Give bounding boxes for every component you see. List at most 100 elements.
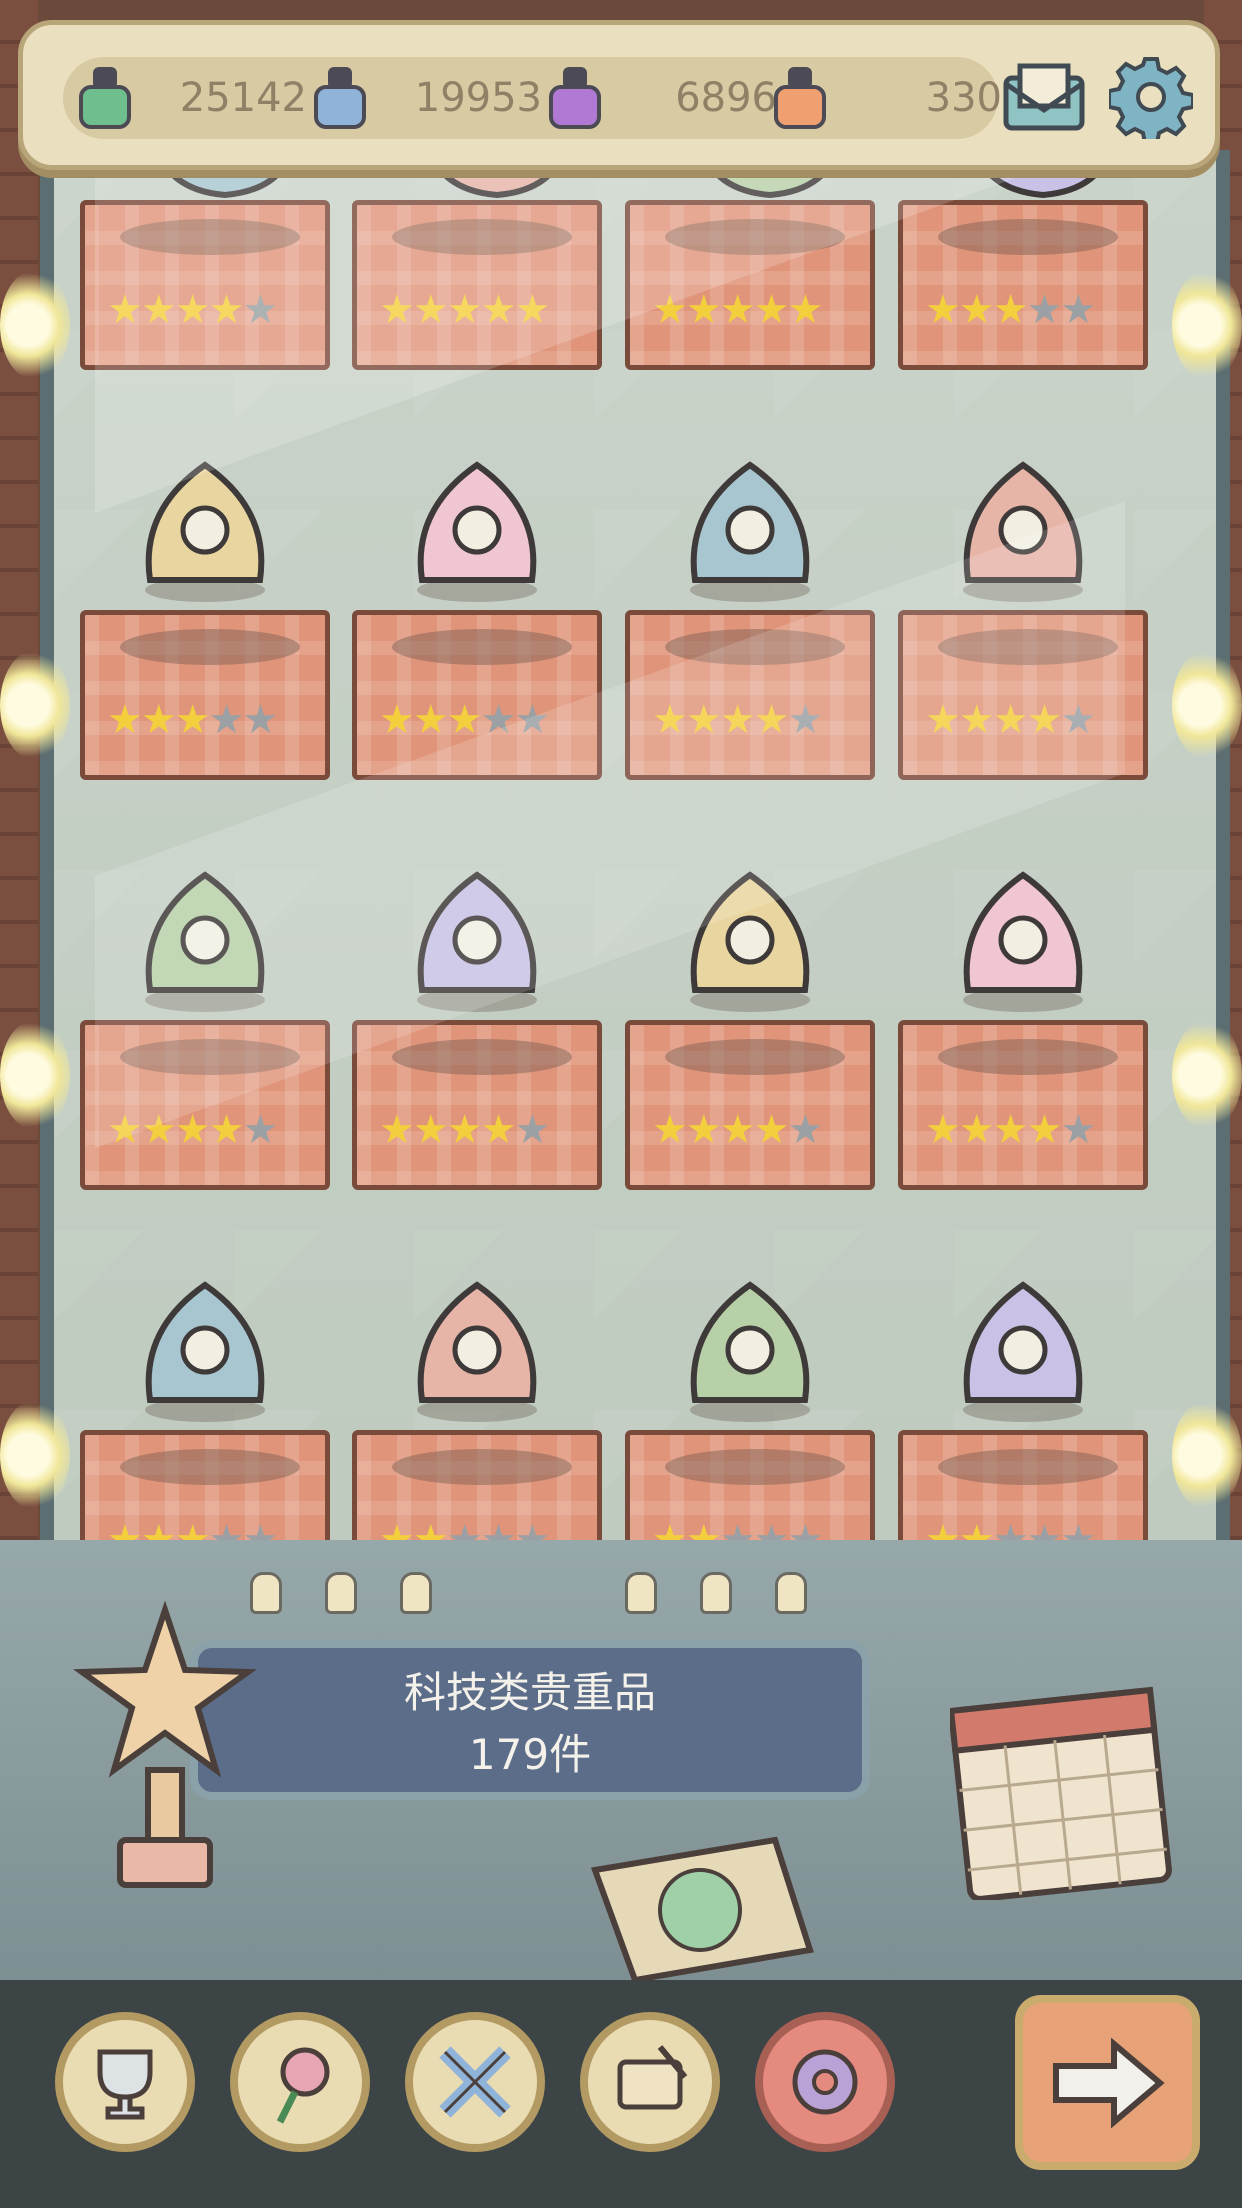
shelf-row: ★★★★★★★★★★★★★★★★★★★★ xyxy=(80,140,1162,380)
star-rating: ★★★★★ xyxy=(652,1107,823,1153)
nav-button-trophy-cup[interactable] xyxy=(55,2012,195,2152)
star-empty-icon: ★ xyxy=(787,697,823,743)
blueprint-papers-icon[interactable] xyxy=(923,835,1123,1035)
star-filled-icon: ★ xyxy=(107,1107,143,1153)
nav-button-rose-flower[interactable] xyxy=(230,2012,370,2152)
3d-printer-icon[interactable] xyxy=(377,425,577,625)
star-filled-icon: ★ xyxy=(107,287,143,333)
wall-lamp-icon xyxy=(1172,650,1242,760)
star-empty-icon: ★ xyxy=(1026,287,1063,333)
ufo-spaceship-icon[interactable] xyxy=(650,1245,850,1445)
star-filled-icon: ★ xyxy=(685,697,722,743)
star-rating: ★★★★★ xyxy=(379,287,550,333)
dna-helix-icon[interactable] xyxy=(105,835,305,1035)
fighter-jet-icon[interactable] xyxy=(923,425,1123,625)
resource-value: 6896 xyxy=(675,75,777,121)
wall-lamp-icon xyxy=(1172,1020,1242,1130)
star-filled-icon: ★ xyxy=(174,287,211,333)
collection-slot[interactable]: ★★★★★ xyxy=(625,200,875,370)
star-rating: ★★★★★ xyxy=(379,697,550,743)
star-filled-icon: ★ xyxy=(1026,1107,1063,1153)
bulb-icon xyxy=(625,1572,657,1614)
star-filled-icon: ★ xyxy=(379,287,415,333)
scroll-quill-icon xyxy=(617,2045,688,2110)
mail-icon xyxy=(1003,63,1085,131)
wall-lamp-icon xyxy=(0,1400,70,1510)
star-filled-icon: ★ xyxy=(958,1107,995,1153)
collection-slot[interactable]: ★★★★★ xyxy=(80,1020,330,1190)
resource-value: 19953 xyxy=(414,75,542,121)
star-rating: ★★★★★ xyxy=(379,1107,550,1153)
formula-paper-icon[interactable] xyxy=(923,1245,1123,1445)
space-capsule-icon[interactable] xyxy=(377,835,577,1035)
item-plinth xyxy=(392,1039,572,1075)
nav-button-crossed-tools[interactable] xyxy=(405,2012,545,2152)
collection-slot[interactable]: ★★★★★ xyxy=(80,610,330,780)
item-plinth xyxy=(120,1449,300,1485)
star-empty-icon: ★ xyxy=(1060,1107,1096,1153)
item-plinth xyxy=(392,219,572,255)
star-filled-icon: ★ xyxy=(412,287,449,333)
ink-bottle-orange-icon xyxy=(768,63,832,133)
collection-slot[interactable]: ★★★★★ xyxy=(352,1020,602,1190)
collection-slot[interactable]: ★★★★★ xyxy=(80,200,330,370)
item-plinth xyxy=(665,1449,845,1485)
nuclear-bomb-icon[interactable] xyxy=(650,425,850,625)
wall-lamp-icon xyxy=(0,1020,70,1130)
star-filled-icon: ★ xyxy=(446,1107,483,1153)
collection-slot[interactable]: ★★★★★ xyxy=(898,200,1148,370)
bulb-icon xyxy=(775,1572,807,1614)
ink-bottle-green-icon xyxy=(73,63,137,133)
star-rating: ★★★★★ xyxy=(652,287,823,333)
calendar-icon xyxy=(950,1686,1172,1900)
collection-slot[interactable]: ★★★★★ xyxy=(625,1020,875,1190)
star-filled-icon: ★ xyxy=(719,287,756,333)
star-filled-icon: ★ xyxy=(446,287,483,333)
star-rating: ★★★★★ xyxy=(107,287,278,333)
star-empty-icon: ★ xyxy=(514,1107,550,1153)
star-filled-icon: ★ xyxy=(958,287,995,333)
star-filled-icon: ★ xyxy=(107,697,143,743)
settings-gear-icon xyxy=(1109,57,1193,139)
star-filled-icon: ★ xyxy=(140,1107,177,1153)
star-filled-icon: ★ xyxy=(719,1107,756,1153)
star-filled-icon: ★ xyxy=(1026,697,1063,743)
bulb-icon xyxy=(400,1572,432,1614)
nav-button-gear[interactable] xyxy=(755,2012,895,2152)
resource-bar: 25142 19953 6896 330 xyxy=(18,20,1220,170)
item-plinth xyxy=(120,629,300,665)
star-empty-icon: ★ xyxy=(242,287,278,333)
geodesic-sphere-icon[interactable] xyxy=(105,425,305,625)
star-filled-icon: ★ xyxy=(174,697,211,743)
star-filled-icon: ★ xyxy=(652,697,688,743)
bulb-icon xyxy=(700,1572,732,1614)
collection-slot[interactable]: ★★★★★ xyxy=(625,610,875,780)
star-filled-icon: ★ xyxy=(208,287,245,333)
star-filled-icon: ★ xyxy=(412,697,449,743)
category-plaque: 科技类贵重品 179件 xyxy=(190,1640,870,1800)
settings-button[interactable] xyxy=(1105,51,1197,143)
star-rating: ★★★★★ xyxy=(925,1107,1096,1153)
robot-orb-icon[interactable] xyxy=(650,835,850,1035)
shelf-row: ★★★★★★★★★★★★★★★★★★★★ xyxy=(80,871,1162,1200)
collection-slot[interactable]: ★★★★★ xyxy=(898,1020,1148,1190)
collection-slot[interactable]: ★★★★★ xyxy=(352,610,602,780)
nav-button-scroll-quill[interactable] xyxy=(580,2012,720,2152)
star-rating: ★★★★★ xyxy=(652,697,823,743)
resource-value: 330 xyxy=(925,75,1002,121)
collection-slot[interactable]: ★★★★★ xyxy=(898,610,1148,780)
next-page-button[interactable] xyxy=(1015,1995,1200,2170)
star-filled-icon: ★ xyxy=(174,1107,211,1153)
star-empty-icon: ★ xyxy=(1060,697,1096,743)
resource-orange: 330 xyxy=(768,57,1002,139)
item-plinth xyxy=(938,1449,1118,1485)
collection-slot[interactable]: ★★★★★ xyxy=(352,200,602,370)
resource-track: 25142 19953 6896 330 xyxy=(63,57,1002,139)
star-filled-icon: ★ xyxy=(992,1107,1029,1153)
category-count: 179件 xyxy=(468,1730,592,1779)
bulb-icon xyxy=(325,1572,357,1614)
circuit-poster-icon[interactable] xyxy=(105,1245,305,1445)
resource-blue: 19953 xyxy=(308,57,542,139)
ancient-scroll-icon[interactable] xyxy=(377,1245,577,1445)
mail-button[interactable] xyxy=(998,51,1090,143)
